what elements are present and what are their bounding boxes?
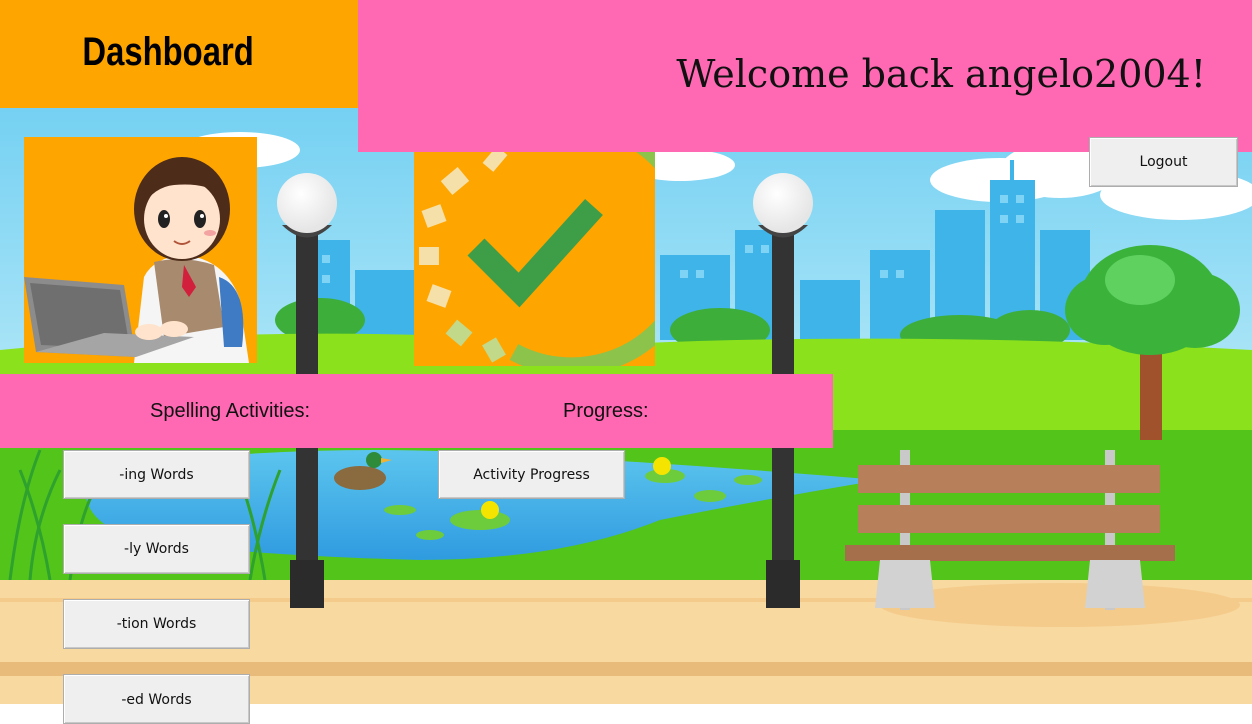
ed-words-button[interactable]: -ed Words <box>63 674 250 724</box>
section-header-bar <box>0 374 833 448</box>
ing-words-button[interactable]: -ing Words <box>63 450 250 499</box>
tion-words-button[interactable]: -tion Words <box>63 599 250 649</box>
logout-button[interactable]: Logout <box>1089 137 1238 187</box>
avatar <box>24 137 257 363</box>
dashboard-title-panel: Dashboard <box>0 0 358 108</box>
spelling-activities-label: Spelling Activities: <box>150 400 311 422</box>
progress-label: Progress: <box>563 400 649 422</box>
page-title: Dashboard <box>82 30 254 74</box>
checkmark-progress-icon <box>419 152 655 366</box>
progress-image <box>414 152 655 366</box>
ly-words-button[interactable]: -ly Words <box>63 524 250 574</box>
welcome-message: Welcome back angelo2004! <box>676 52 1206 96</box>
welcome-header: Welcome back angelo2004! <box>358 0 1252 152</box>
activity-progress-button[interactable]: Activity Progress <box>438 450 625 499</box>
teacher-laptop-illustration <box>24 157 249 363</box>
